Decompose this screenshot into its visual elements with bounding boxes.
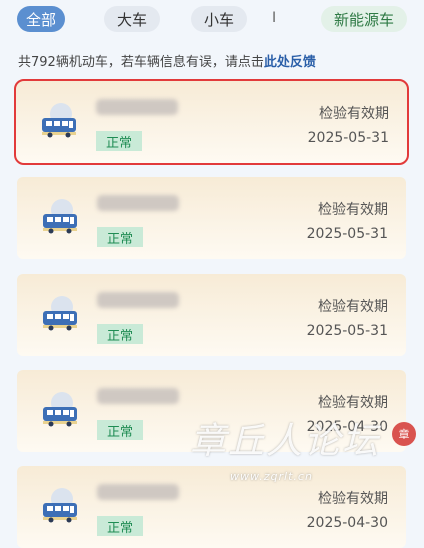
bus-icon (43, 296, 77, 331)
inspection-date: 2025-04-30 (306, 419, 388, 435)
status-badge: 正常 (97, 324, 143, 344)
vehicle-card[interactable]: 正常 检验有效期 2025-05-31 (14, 79, 409, 165)
inspection-label: 检验有效期 (318, 202, 388, 218)
vehicle-card[interactable]: 正常 检验有效期 2025-05-31 (17, 274, 406, 356)
license-plate-blurred (96, 99, 178, 115)
bus-icon (42, 103, 76, 138)
vehicle-card[interactable]: 正常 检验有效期 2025-04-30 (17, 466, 406, 548)
status-badge: 正常 (97, 227, 143, 247)
bus-icon (43, 488, 77, 523)
inspection-label: 检验有效期 (319, 106, 389, 122)
vehicle-card[interactable]: 正常 检验有效期 2025-05-31 (17, 177, 406, 259)
bus-icon (43, 199, 77, 234)
license-plate-blurred (97, 388, 179, 404)
inspection-label: 检验有效期 (318, 491, 388, 507)
vehicle-card[interactable]: 正常 检验有效期 2025-04-30 (17, 370, 406, 452)
license-plate-blurred (97, 484, 179, 500)
inspection-label: 检验有效期 (318, 299, 388, 315)
status-badge: 正常 (96, 131, 142, 151)
inspection-date: 2025-05-31 (306, 226, 388, 242)
inspection-date: 2025-05-31 (306, 323, 388, 339)
status-badge: 正常 (97, 516, 143, 536)
license-plate-blurred (97, 292, 179, 308)
inspection-date: 2025-05-31 (307, 130, 389, 146)
inspection-date: 2025-04-30 (306, 515, 388, 531)
status-badge: 正常 (97, 420, 143, 440)
vehicle-list: 正常 检验有效期 2025-05-31 正常 检验有效期 2025-05-31 (0, 0, 424, 548)
license-plate-blurred (97, 195, 179, 211)
bus-icon (43, 392, 77, 427)
inspection-label: 检验有效期 (318, 395, 388, 411)
